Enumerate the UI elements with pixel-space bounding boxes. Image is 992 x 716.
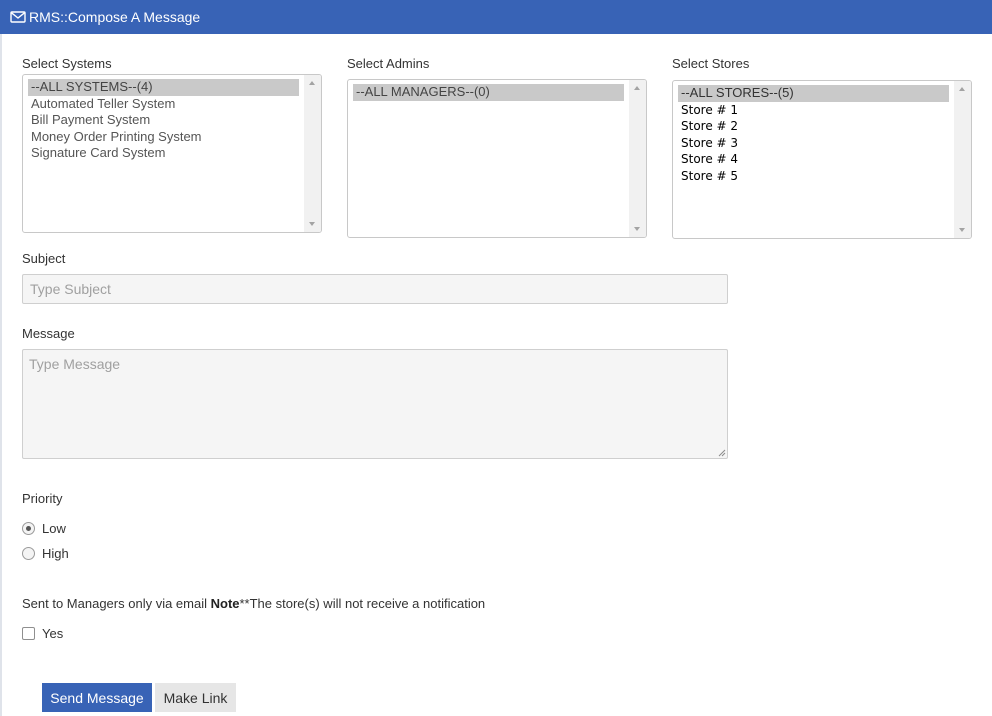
stores-option[interactable]: Store # 2 [678,118,949,135]
systems-scrollbar[interactable] [304,75,321,232]
systems-listbox[interactable]: --ALL SYSTEMS--(4) Automated Teller Syste… [22,74,322,233]
stores-label: Select Stores [672,56,750,71]
admins-option[interactable]: --ALL MANAGERS--(0) [353,84,624,101]
priority-low-label[interactable]: Low [42,521,66,536]
admins-scrollbar[interactable] [629,80,646,237]
stores-options: --ALL STORES--(5) Store # 1 Store # 2 Store… [678,85,949,184]
email-note-before: Sent to Managers only via email [22,596,211,611]
scroll-down-icon[interactable] [959,228,965,232]
resize-grip-icon[interactable] [718,449,726,457]
title-bar: RMS::Compose A Message [0,0,992,34]
email-note-after: **The store(s) will not receive a notifi… [239,596,486,611]
stores-option[interactable]: Store # 1 [678,102,949,119]
email-only-checkbox-label[interactable]: Yes [42,626,63,641]
scroll-up-icon[interactable] [309,81,315,85]
make-link-button[interactable]: Make Link [155,683,236,712]
scroll-down-icon[interactable] [309,222,315,226]
window-title: RMS::Compose A Message [29,9,201,25]
priority-high-radio[interactable] [22,547,35,560]
stores-listbox[interactable]: --ALL STORES--(5) Store # 1 Store # 2 Store… [672,80,972,239]
left-border [0,34,2,716]
systems-option[interactable]: Signature Card System [28,145,299,162]
priority-high-label[interactable]: High [42,546,69,561]
systems-option[interactable]: Bill Payment System [28,112,299,129]
admins-options: --ALL MANAGERS--(0) [353,84,624,101]
send-message-button[interactable]: Send Message [42,683,152,712]
email-only-checkbox[interactable] [22,627,35,640]
stores-scrollbar[interactable] [954,81,971,238]
scroll-down-icon[interactable] [634,227,640,231]
admins-listbox[interactable]: --ALL MANAGERS--(0) [347,79,647,238]
stores-option[interactable]: Store # 4 [678,151,949,168]
systems-label: Select Systems [22,56,112,71]
message-textarea[interactable] [22,349,728,459]
priority-low-radio[interactable] [22,522,35,535]
message-label: Message [22,326,75,341]
admins-label: Select Admins [347,56,430,71]
systems-option[interactable]: Automated Teller System [28,96,299,113]
email-note-bold: Note [210,596,240,611]
stores-option[interactable]: --ALL STORES--(5) [678,85,949,102]
stores-option[interactable]: Store # 3 [678,135,949,152]
systems-options: --ALL SYSTEMS--(4) Automated Teller Syste… [28,79,299,162]
subject-input[interactable] [22,274,728,304]
stores-option[interactable]: Store # 5 [678,168,949,185]
envelope-icon [10,11,26,23]
email-note-text: Sent to Managers only via email Note**Th… [22,596,485,611]
subject-label: Subject [22,251,66,266]
priority-label: Priority [22,491,63,506]
scroll-up-icon[interactable] [634,86,640,90]
systems-option[interactable]: Money Order Printing System [28,129,299,146]
systems-option[interactable]: --ALL SYSTEMS--(4) [28,79,299,96]
scroll-up-icon[interactable] [959,87,965,91]
